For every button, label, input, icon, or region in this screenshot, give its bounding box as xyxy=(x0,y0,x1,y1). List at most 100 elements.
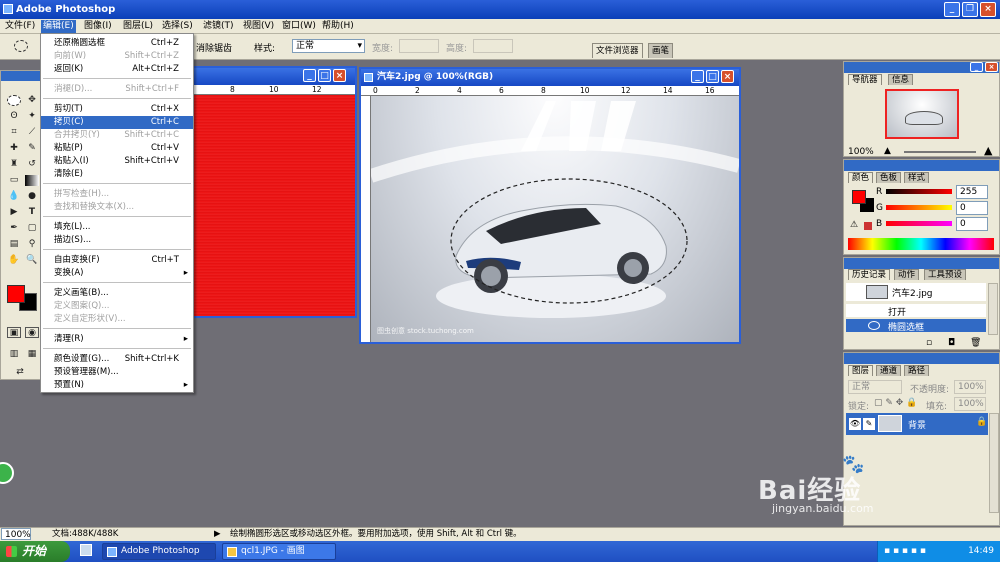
warning-icon[interactable]: ⚠ xyxy=(850,220,858,230)
navigator-minimize[interactable]: _ xyxy=(970,62,983,72)
type-tool-icon[interactable]: T xyxy=(25,207,39,218)
edit-menu-item[interactable]: 填充(L)... xyxy=(41,221,193,234)
value-r[interactable]: 255 xyxy=(956,185,988,199)
close-button[interactable]: × xyxy=(980,2,996,17)
width-field[interactable] xyxy=(399,39,439,53)
zoom-in-icon[interactable]: ▲ xyxy=(984,144,992,157)
status-zoom[interactable]: 100% xyxy=(1,528,31,540)
tab-layers[interactable]: 图层 xyxy=(848,365,874,376)
move-tool-icon[interactable]: ✥ xyxy=(25,95,39,106)
hand-tool-icon[interactable]: ✋ xyxy=(7,255,21,266)
eye-icon[interactable]: 👁 xyxy=(849,418,861,430)
edit-menu-item[interactable]: 清除(E) xyxy=(41,168,193,181)
screen-mode-icon[interactable]: ▥ xyxy=(7,349,21,360)
history-snapshot[interactable]: 汽车2.jpg xyxy=(846,283,986,301)
ellipse-marquee-icon[interactable] xyxy=(14,40,28,52)
tab-tool-presets[interactable]: 工具预设 xyxy=(924,269,967,280)
tab-color[interactable]: 颜色 xyxy=(848,172,874,183)
edit-menu-item[interactable]: 清理(R) ▸ xyxy=(41,333,193,346)
menu-image[interactable]: 图像(I) xyxy=(82,20,114,33)
zoom-out-icon[interactable]: ▲ xyxy=(884,146,891,156)
history-brush-icon[interactable]: ↺ xyxy=(25,159,39,170)
task-paint[interactable]: qcl1.JPG - 画图 xyxy=(222,543,336,560)
quickmask-mode-icon[interactable]: ◉ xyxy=(25,327,39,338)
menu-layer[interactable]: 图层(L) xyxy=(121,20,155,33)
fill-field[interactable]: 100% xyxy=(954,397,986,411)
opacity-field[interactable]: 100% xyxy=(954,380,986,394)
minimize-button[interactable]: _ xyxy=(691,70,704,83)
value-b[interactable]: 0 xyxy=(956,217,988,231)
close-button[interactable]: × xyxy=(333,69,346,82)
edit-menu-item[interactable]: 定义画笔(B)... xyxy=(41,287,193,300)
slider-b[interactable] xyxy=(886,221,952,226)
menu-edit[interactable]: 编辑(E) xyxy=(41,20,76,33)
style-select[interactable]: 正常 ▾ xyxy=(292,39,365,53)
eyedropper-icon[interactable]: ⚲ xyxy=(25,239,39,250)
slider-g[interactable] xyxy=(886,205,952,210)
imageready-icon[interactable]: ⇄ xyxy=(13,367,27,378)
quicklaunch-icon[interactable] xyxy=(80,544,92,556)
menu-select[interactable]: 选择(S) xyxy=(160,20,195,33)
healing-brush-icon[interactable]: ✚ xyxy=(7,143,21,154)
doc-window-car[interactable]: 汽车2.jpg @ 100%(RGB) _ □ × 0 2 4 6 8 10 1… xyxy=(359,67,741,344)
menu-window[interactable]: 窗口(W) xyxy=(280,20,318,33)
tab-styles[interactable]: 样式 xyxy=(904,172,930,183)
pen-tool-icon[interactable]: ✒ xyxy=(7,223,21,234)
info-arrow-icon[interactable]: ▶ xyxy=(214,528,221,541)
lock-icons[interactable]: ▢ ✎ ✥ 🔒 xyxy=(874,398,917,408)
blur-tool-icon[interactable]: 💧 xyxy=(7,191,21,202)
layer-row[interactable]: 👁 ✎ 背景 🔒 xyxy=(846,413,988,435)
menu-view[interactable]: 视图(V) xyxy=(241,20,276,33)
stamp-tool-icon[interactable]: ♜ xyxy=(7,159,21,170)
edit-menu-item[interactable]: 粘贴(P) Ctrl+V xyxy=(41,142,193,155)
tab-history[interactable]: 历史记录 xyxy=(848,269,891,280)
slider-r[interactable] xyxy=(886,189,952,194)
edit-menu-item[interactable]: 自由变换(F) Ctrl+T xyxy=(41,254,193,267)
magic-wand-icon[interactable]: ✦ xyxy=(25,111,39,122)
slice-tool-icon[interactable]: ⟋ xyxy=(25,127,39,138)
maximize-button[interactable]: □ xyxy=(318,69,331,82)
menu-filter[interactable]: 滤镜(T) xyxy=(201,20,236,33)
gradient-tool-icon[interactable] xyxy=(25,175,39,186)
color-ramp[interactable] xyxy=(848,238,994,250)
tab-file-browser[interactable]: 文件浏览器 xyxy=(592,43,643,58)
tab-paths[interactable]: 路径 xyxy=(904,365,930,376)
height-field[interactable] xyxy=(473,39,513,53)
shape-tool-icon[interactable]: ▢ xyxy=(25,223,39,234)
notes-tool-icon[interactable]: ▤ xyxy=(7,239,21,250)
edit-menu-item[interactable]: 预设管理器(M)... xyxy=(41,366,193,379)
restore-button[interactable]: ❐ xyxy=(962,2,978,17)
edit-menu-item[interactable]: 变换(A) ▸ xyxy=(41,267,193,280)
fg-swatch[interactable] xyxy=(852,190,866,204)
minimize-button[interactable]: _ xyxy=(944,2,960,17)
zoom-slider[interactable] xyxy=(904,151,976,153)
edit-menu-item[interactable]: 还原椭圆选框 Ctrl+Z xyxy=(41,37,193,50)
path-select-icon[interactable]: ▶ xyxy=(7,207,21,218)
lasso-tool-icon[interactable]: ʘ xyxy=(7,111,21,122)
new-document-icon[interactable]: ▫ xyxy=(926,338,932,348)
edit-menu-item[interactable]: 拷贝(C) Ctrl+C xyxy=(41,116,193,129)
car-canvas[interactable]: 图虫创意 stock.tuchong.com xyxy=(371,96,739,342)
tab-actions[interactable]: 动作 xyxy=(894,269,920,280)
history-scrollbar[interactable] xyxy=(988,283,998,335)
fullscreen-mode-icon[interactable]: ▦ xyxy=(25,349,39,360)
dodge-tool-icon[interactable]: ● xyxy=(25,191,39,202)
minimize-button[interactable]: _ xyxy=(303,69,316,82)
history-step[interactable]: 打开 xyxy=(846,304,986,318)
menu-help[interactable]: 帮助(H) xyxy=(320,20,356,33)
standard-mode-icon[interactable]: ▣ xyxy=(7,327,21,338)
edit-menu-item[interactable]: 返回(K) Alt+Ctrl+Z xyxy=(41,63,193,76)
navigator-close[interactable]: × xyxy=(985,62,998,72)
close-button[interactable]: × xyxy=(721,70,734,83)
maximize-button[interactable]: □ xyxy=(706,70,719,83)
red-canvas[interactable] xyxy=(190,95,355,316)
crop-tool-icon[interactable]: ⌗ xyxy=(7,127,21,138)
marquee-tool-icon[interactable] xyxy=(7,95,21,106)
tab-swatches[interactable]: 色板 xyxy=(876,172,902,183)
edit-menu-item[interactable]: 预置(N) ▸ xyxy=(41,379,193,392)
start-button[interactable]: 开始 xyxy=(0,541,70,562)
tray-icons[interactable]: ▪ ▪ ▪ ▪ ▪ xyxy=(884,541,926,562)
tab-channels[interactable]: 通道 xyxy=(876,365,902,376)
navigator-zoom[interactable]: 100% xyxy=(848,147,874,157)
task-photoshop[interactable]: Adobe Photoshop xyxy=(102,543,216,560)
